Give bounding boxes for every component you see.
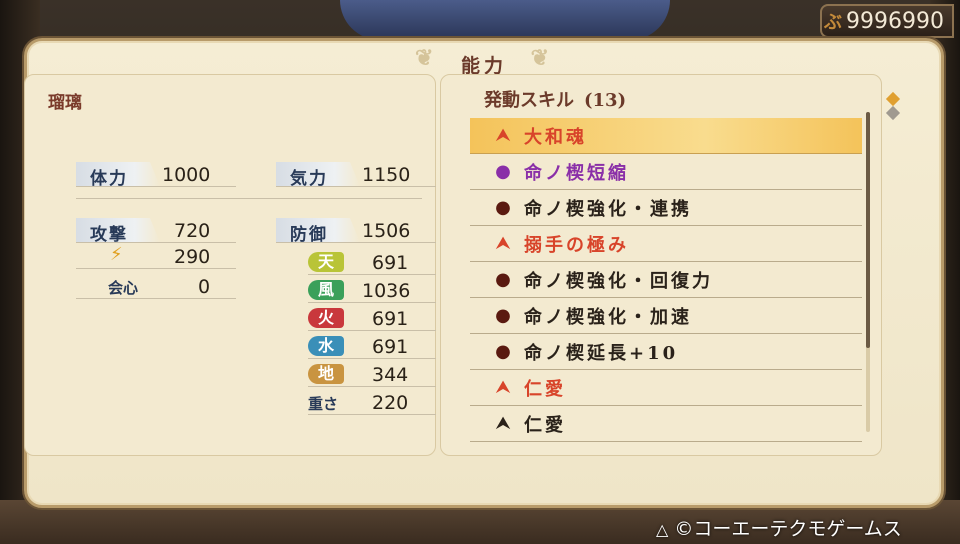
- scrollbar-thumb[interactable]: [866, 112, 870, 348]
- stat-row-critical: 会心 0: [76, 274, 236, 299]
- skills-header-label: 発動スキル: [484, 90, 574, 111]
- stat-value-defense: 1506: [362, 220, 411, 242]
- page-indicator-active-icon: [885, 91, 901, 107]
- divider: [308, 274, 436, 275]
- stat-value-attack: 720: [174, 220, 211, 242]
- divider: [308, 330, 436, 331]
- stat-label-critical: 会心: [108, 279, 139, 297]
- skill-item-inochi-encho[interactable]: ● 命ノ楔延長+10: [470, 334, 862, 370]
- skill-item-yamato-damashii[interactable]: ⮝ 大和魂: [470, 118, 862, 154]
- skill-name: 命ノ楔強化・加速: [524, 306, 692, 328]
- element-value-fu: 1036: [362, 280, 411, 302]
- skill-item-inochi-short[interactable]: ● 命ノ楔短縮: [470, 154, 862, 190]
- chevron-up-black-icon: ⮝: [495, 413, 511, 434]
- divider: [308, 414, 436, 415]
- element-value-ka: 691: [372, 308, 409, 330]
- copyright-footer: △ ©コーエーテクモゲームス: [656, 514, 902, 541]
- skills-header: 発動スキル (13): [484, 86, 626, 112]
- skill-item-jinai-red[interactable]: ⮝ 仁愛: [470, 370, 862, 406]
- stat-value-weight: 220: [372, 392, 409, 414]
- divider: [276, 242, 436, 243]
- element-badge-ten: 天: [308, 252, 344, 272]
- stat-label-weight: 重さ: [308, 395, 339, 413]
- skill-item-jinai-black[interactable]: ⮝ 仁愛: [470, 406, 862, 442]
- skill-list: ⮝ 大和魂 ● 命ノ楔短縮 ● 命ノ楔強化・連携 ⮝ 搦手の極み ● 命ノ楔強化…: [470, 118, 862, 442]
- element-row-chi: 地 344: [308, 362, 436, 387]
- divider: [308, 302, 436, 303]
- triangle-button-icon: △: [656, 520, 669, 539]
- copyright-text: ©コーエーテクモゲームス: [674, 518, 902, 540]
- skill-name: 仁愛: [524, 378, 566, 400]
- money-display: ぶ 9996990: [820, 4, 954, 38]
- skill-name: 命ノ楔延長+10: [524, 342, 679, 364]
- coin-icon: ぶ: [824, 12, 843, 33]
- lightning-icon: ⚡: [110, 244, 123, 265]
- element-row-ka: 火 691: [308, 306, 436, 331]
- skill-name: 大和魂: [524, 126, 587, 148]
- skill-item-inochi-kasoku[interactable]: ● 命ノ楔強化・加速: [470, 298, 862, 334]
- divider: [76, 268, 236, 269]
- chevron-up-red-icon: ⮝: [495, 125, 511, 146]
- dark-orb-icon: ●: [495, 305, 511, 326]
- skill-item-inochi-kaifuku[interactable]: ● 命ノ楔強化・回復力: [470, 262, 862, 298]
- skill-item-inochi-renkei[interactable]: ● 命ノ楔強化・連携: [470, 190, 862, 226]
- skill-name: 命ノ楔短縮: [524, 162, 629, 184]
- divider: [76, 298, 236, 299]
- dark-orb-icon: ●: [495, 341, 511, 362]
- money-value: 9996990: [846, 8, 944, 34]
- chevron-up-red-icon: ⮝: [495, 377, 511, 398]
- skill-name: 命ノ楔強化・連携: [524, 198, 692, 220]
- stat-row-weight: 重さ 220: [308, 390, 436, 415]
- left-wing-ornament-icon: ❦: [414, 45, 438, 71]
- background-character-clothes: [340, 0, 670, 40]
- divider: [308, 358, 436, 359]
- element-row-fu: 風 1036: [308, 278, 436, 303]
- element-row-sui: 水 691: [308, 334, 436, 359]
- page-indicator-inactive-icon: [885, 105, 901, 121]
- element-value-sui: 691: [372, 336, 409, 358]
- stat-row-hp: 体力 1000: [76, 162, 236, 189]
- dark-orb-icon: ●: [495, 197, 511, 218]
- stat-row-elemental-attack: ⚡ 290: [76, 244, 236, 269]
- divider: [308, 386, 436, 387]
- page-indicator: [885, 90, 901, 122]
- section-divider: [76, 198, 422, 199]
- stat-value-elemental-attack: 290: [174, 246, 211, 268]
- stat-row-defense: 防御 1506: [276, 218, 436, 245]
- element-badge-ka: 火: [308, 308, 344, 328]
- divider: [76, 186, 236, 187]
- skill-name: 命ノ楔強化・回復力: [524, 270, 713, 292]
- purple-orb-icon: ●: [495, 161, 511, 182]
- element-badge-chi: 地: [308, 364, 344, 384]
- dark-orb-icon: ●: [495, 269, 511, 290]
- divider: [76, 242, 236, 243]
- character-name: 瑠璃: [48, 93, 82, 113]
- skill-name: 搦手の極み: [524, 234, 629, 256]
- stat-row-attack: 攻撃 720: [76, 218, 236, 245]
- skill-name: 仁愛: [524, 414, 566, 436]
- stat-value-ki: 1150: [362, 164, 411, 186]
- right-wing-ornament-icon: ❦: [530, 45, 553, 71]
- element-value-chi: 344: [372, 364, 409, 386]
- element-badge-fu: 風: [308, 280, 344, 300]
- stat-value-hp: 1000: [162, 164, 211, 186]
- chevron-up-red-icon: ⮝: [495, 233, 511, 254]
- skills-count: (13): [584, 90, 627, 111]
- element-value-ten: 691: [372, 252, 409, 274]
- element-badge-sui: 水: [308, 336, 344, 356]
- stat-value-critical: 0: [198, 276, 211, 298]
- stat-row-ki: 気力 1150: [276, 162, 436, 189]
- skill-item-karamete[interactable]: ⮝ 搦手の極み: [470, 226, 862, 262]
- divider: [276, 186, 436, 187]
- element-row-ten: 天 691: [308, 250, 436, 275]
